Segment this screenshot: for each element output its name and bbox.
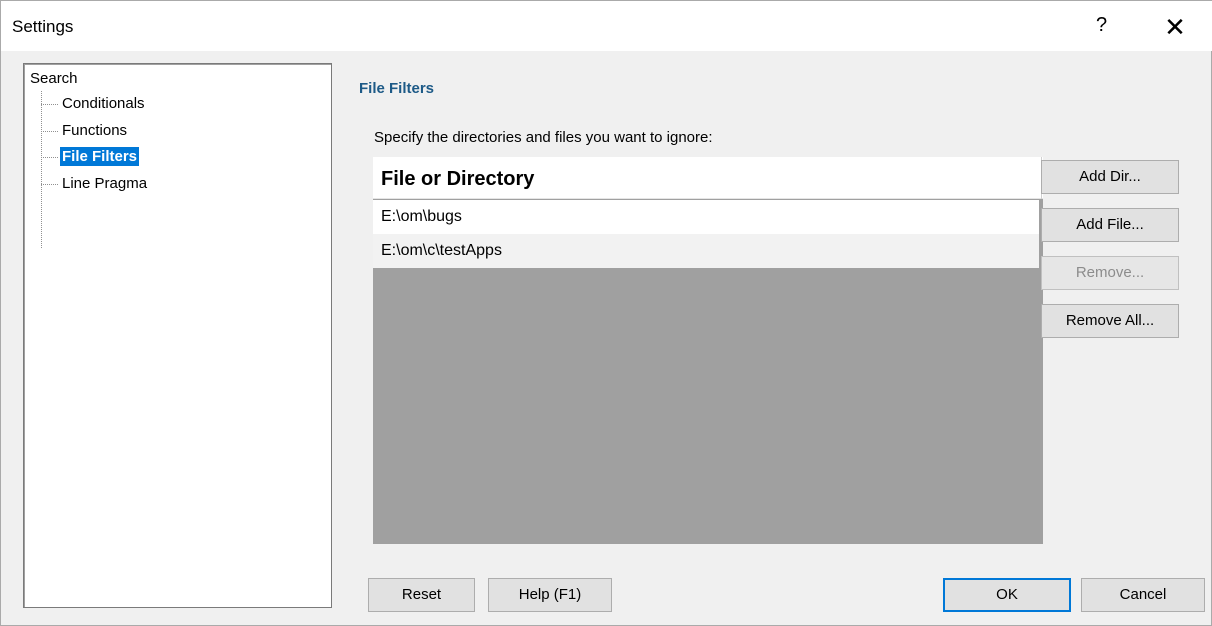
- tree-branch-line: [41, 131, 58, 132]
- tree-item-search[interactable]: Search: [30, 70, 78, 87]
- tree-item-line-pragma[interactable]: Line Pragma: [41, 172, 191, 196]
- tree-item-label: Functions: [62, 122, 128, 139]
- tree-item-file-filters[interactable]: File Filters: [41, 145, 191, 169]
- reset-button[interactable]: Reset: [368, 578, 475, 612]
- settings-tree[interactable]: Search Conditionals Functions File Filte…: [23, 63, 332, 608]
- tree-item-conditionals[interactable]: Conditionals: [41, 92, 191, 116]
- tree-item-label: Conditionals: [62, 95, 145, 112]
- window-title: Settings: [12, 17, 74, 36]
- remove-button[interactable]: Remove...: [1041, 256, 1179, 290]
- tree-branch-line: [41, 104, 58, 105]
- section-title: File Filters: [359, 80, 435, 97]
- tree-branch-line: [41, 184, 58, 185]
- title-bar: Settings ? ✕: [1, 1, 1212, 51]
- list-row[interactable]: E:\om\c\testApps: [373, 234, 1039, 268]
- tree-item-functions[interactable]: Functions: [41, 119, 191, 143]
- list-row-path: E:\om\bugs: [381, 208, 462, 225]
- help-button[interactable]: Help (F1): [488, 578, 612, 612]
- ok-button[interactable]: OK: [943, 578, 1071, 612]
- file-filter-list[interactable]: File or Directory E:\om\bugs E:\om\c\tes…: [373, 157, 1043, 544]
- list-header[interactable]: File or Directory: [373, 157, 1043, 199]
- column-header-file-or-directory[interactable]: File or Directory: [381, 168, 534, 191]
- cancel-button[interactable]: Cancel: [1081, 578, 1205, 612]
- add-dir-button[interactable]: Add Dir...: [1041, 160, 1179, 194]
- help-icon[interactable]: ?: [1096, 14, 1107, 37]
- list-row-path: E:\om\c\testApps: [381, 242, 502, 259]
- tree-item-label: File Filters: [60, 147, 140, 166]
- remove-all-button[interactable]: Remove All...: [1041, 304, 1179, 338]
- tree-branch-line: [41, 157, 58, 158]
- close-icon[interactable]: ✕: [1159, 11, 1191, 43]
- list-row[interactable]: E:\om\bugs: [373, 200, 1039, 234]
- add-file-button[interactable]: Add File...: [1041, 208, 1179, 242]
- settings-dialog: Settings ? ✕ Search Conditionals Functio…: [0, 0, 1212, 626]
- tree-item-label: Line Pragma: [62, 175, 148, 192]
- instruction-text: Specify the directories and files you wa…: [374, 129, 713, 146]
